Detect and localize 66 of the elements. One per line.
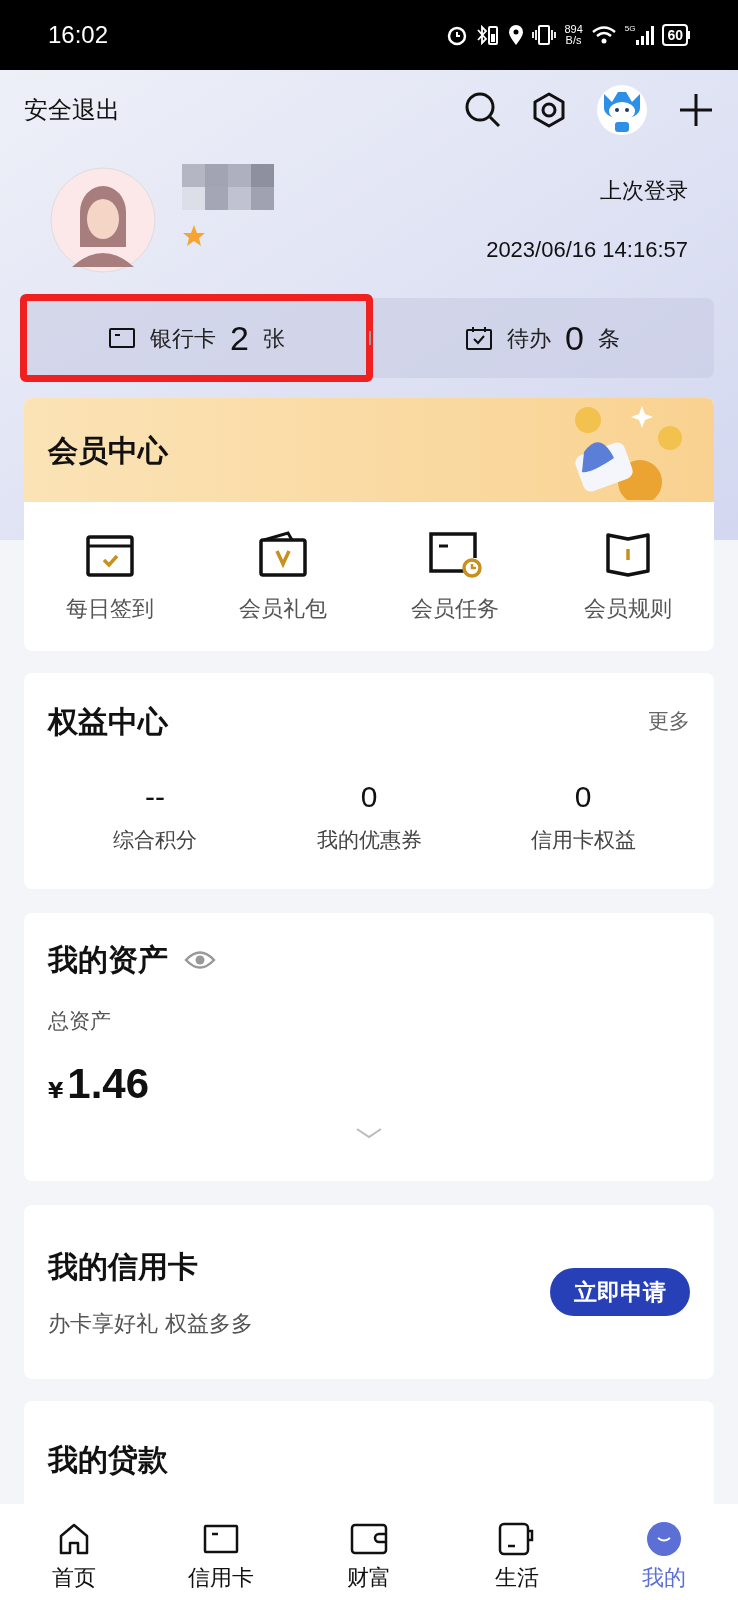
member-title: 会员中心 bbox=[48, 431, 168, 470]
total-assets-label: 总资产 bbox=[48, 1008, 112, 1035]
nav-tab[interactable]: 生活 bbox=[442, 1504, 591, 1600]
assets-title: 我的资产 bbox=[48, 941, 168, 979]
search-icon[interactable] bbox=[464, 91, 502, 129]
add-icon[interactable] bbox=[678, 92, 714, 128]
last-login-label: 上次登录 bbox=[600, 177, 688, 205]
bluetooth-battery-icon bbox=[476, 24, 501, 46]
settings-icon[interactable] bbox=[532, 92, 566, 128]
total-assets-amount: 1.46 bbox=[67, 1058, 150, 1109]
clock-time: 16:02 bbox=[48, 20, 109, 50]
card-icon bbox=[108, 326, 137, 350]
summary-count: 0 bbox=[565, 317, 584, 359]
vibrate-icon bbox=[532, 24, 557, 46]
summary-tab[interactable]: 待办 0 条 bbox=[371, 298, 714, 378]
member-shortcut[interactable]: 会员任务 bbox=[369, 528, 542, 625]
profile-icon bbox=[646, 1521, 683, 1557]
cup-icon bbox=[497, 1522, 536, 1556]
expand-chevron-icon[interactable] bbox=[355, 1126, 383, 1139]
credit-title: 我的信用卡 bbox=[48, 1248, 199, 1286]
wallet-icon bbox=[350, 1523, 388, 1555]
signal-icon bbox=[636, 25, 655, 45]
last-login-time: 2023/06/16 14:16:57 bbox=[486, 236, 688, 264]
more-link[interactable]: 更多 bbox=[648, 705, 690, 738]
summary-tab[interactable]: 银行卡 2 张 bbox=[24, 298, 369, 378]
stat-label: 信用卡权益 bbox=[530, 827, 636, 854]
member-shortcut[interactable]: 每日签到 bbox=[24, 528, 197, 625]
book-icon bbox=[604, 532, 651, 578]
calendar-check-icon bbox=[465, 325, 494, 351]
network-speed: 894 bbox=[564, 24, 583, 35]
eye-icon[interactable] bbox=[184, 948, 216, 971]
stat-value: -- bbox=[145, 779, 165, 815]
currency-symbol: ¥ bbox=[48, 1076, 64, 1105]
location-icon bbox=[508, 24, 525, 46]
loans-title: 我的贷款 bbox=[48, 1442, 168, 1477]
card-icon bbox=[203, 1524, 240, 1554]
logout-button[interactable]: 安全退出 bbox=[24, 92, 120, 128]
summary-unit: 张 bbox=[262, 324, 285, 353]
stat-label: 综合积分 bbox=[113, 827, 197, 854]
member-shortcut[interactable]: 会员礼包 bbox=[196, 528, 369, 625]
summary-label: 银行卡 bbox=[150, 324, 217, 353]
wallet-icon bbox=[257, 530, 308, 578]
avatar[interactable] bbox=[50, 167, 156, 273]
member-shortcut[interactable]: 会员规则 bbox=[541, 528, 714, 625]
stat-value: 0 bbox=[574, 779, 592, 815]
alarm-icon bbox=[446, 24, 469, 46]
stat-value: 0 bbox=[360, 779, 378, 815]
battery-indicator: 60 bbox=[662, 24, 690, 46]
benefits-title: 权益中心 bbox=[48, 703, 168, 741]
nav-tab[interactable]: 我的 bbox=[590, 1504, 738, 1600]
credit-subtitle: 办卡享好礼 权益多多 bbox=[48, 1310, 253, 1338]
nav-tab[interactable]: 信用卡 bbox=[147, 1504, 296, 1600]
calendar-check-icon bbox=[85, 534, 136, 578]
summary-label: 待办 bbox=[507, 324, 552, 353]
nav-tab[interactable]: 首页 bbox=[0, 1504, 148, 1600]
network-type: 5G bbox=[624, 25, 636, 33]
stat-label: 我的优惠券 bbox=[316, 827, 422, 854]
nav-tab[interactable]: 财富 bbox=[295, 1504, 443, 1600]
summary-count: 2 bbox=[230, 317, 249, 359]
summary-unit: 条 bbox=[597, 324, 620, 353]
apply-button[interactable]: 立即申请 bbox=[550, 1268, 690, 1316]
wifi-icon bbox=[590, 24, 617, 46]
mascot-icon[interactable] bbox=[596, 84, 648, 136]
network-speed-unit: B/s bbox=[565, 35, 582, 46]
level-star-icon bbox=[182, 224, 206, 248]
card-clock-icon bbox=[428, 530, 483, 578]
